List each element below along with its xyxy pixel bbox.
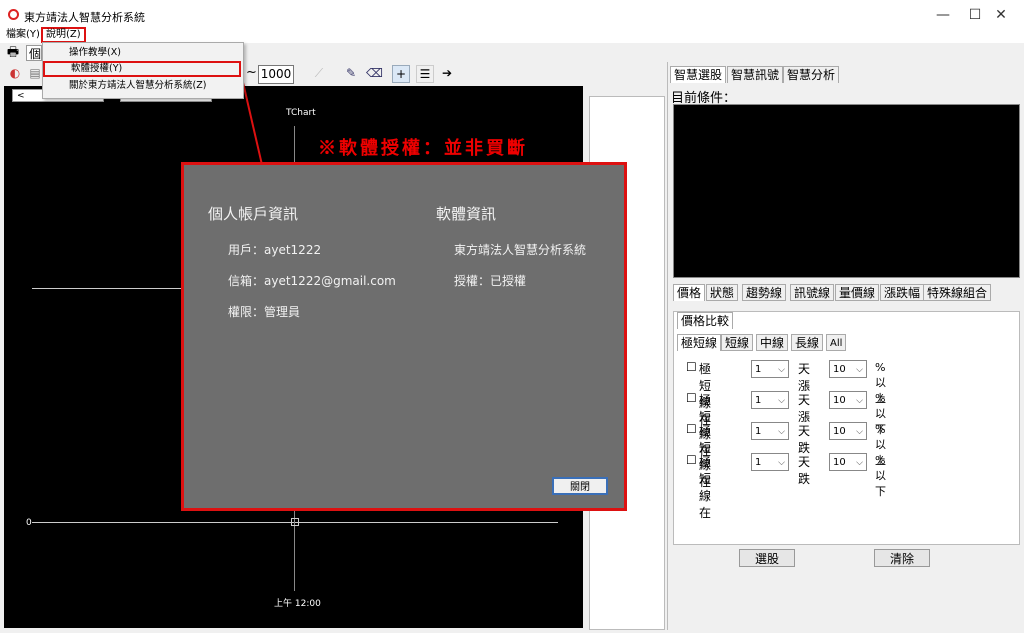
title-bar: 東方靖法人智慧分析系統 — ☐ ✕: [0, 0, 1024, 30]
user-field: 用戶：ayet1222: [228, 243, 322, 257]
x-axis-time-label: 上午 12:00: [274, 599, 321, 609]
account-heading: 個人帳戶資訊: [208, 205, 299, 223]
row-unit: 天漲: [798, 362, 811, 393]
menu-bar: 檔案(Y) 說明(Z): [0, 27, 1024, 43]
print-icon[interactable]: 🖶: [6, 46, 20, 60]
subtab-price-compare[interactable]: 價格比較: [677, 312, 734, 329]
condition-display: [673, 104, 1020, 278]
menu-item-license[interactable]: 軟體授權(Y): [43, 61, 241, 77]
period-tab-ultrashort[interactable]: 極短線: [677, 334, 722, 351]
app-icon: [8, 9, 19, 20]
row-unit: 天漲: [798, 393, 811, 424]
filter-tab-volume[interactable]: 量價線: [835, 284, 880, 301]
line-chart-icon[interactable]: ⟋: [312, 66, 326, 80]
right-panel: 智慧選股 智慧訊號 智慧分析 目前條件： 價格 狀態 趨勢線 訊號線 量價線 漲…: [667, 62, 1023, 630]
filter-tab-status[interactable]: 狀態: [706, 284, 739, 301]
filter-panel: 價格比較 極短線 短線 中線 長線 All ☐ 極短線在 1 ⌵ 天漲 10 ⌵ %…: [673, 311, 1020, 545]
list-icon[interactable]: ☰: [416, 65, 434, 83]
filter-tab-price[interactable]: 價格: [673, 284, 706, 301]
filter-tab-signal[interactable]: 訊號線: [790, 284, 835, 301]
row-label: 極短線在: [699, 455, 712, 520]
clear-button[interactable]: 清除: [874, 549, 930, 567]
tab-smart-signal[interactable]: 智慧訊號: [727, 66, 784, 83]
checkbox[interactable]: ☐: [686, 360, 697, 374]
zoom-input[interactable]: 1000: [258, 65, 294, 84]
tab-smart-select[interactable]: 智慧選股: [670, 66, 727, 83]
filter-tab-change[interactable]: 漲跌幅: [880, 284, 925, 301]
period-tab-long[interactable]: 長線: [791, 334, 824, 351]
doc-icon[interactable]: ▤: [28, 66, 42, 80]
checkbox[interactable]: ☐: [686, 453, 697, 467]
crosshair-marker: [291, 518, 299, 526]
window-title: 東方靖法人智慧分析系統: [24, 11, 145, 24]
percent-select[interactable]: 10 ⌵: [829, 391, 867, 409]
menu-help[interactable]: 說明(Z): [41, 27, 86, 43]
menu-item-about[interactable]: 關於東方靖法人智慧分析系統(Z): [43, 78, 241, 94]
eraser-icon[interactable]: ⌫: [366, 66, 383, 80]
tilde-label: ~: [246, 65, 257, 80]
period-tab-short[interactable]: 短線: [721, 334, 754, 351]
checkbox[interactable]: ☐: [686, 391, 697, 405]
software-heading: 軟體資訊: [436, 205, 497, 223]
percent-select[interactable]: 10 ⌵: [829, 422, 867, 440]
menu-file[interactable]: 檔案(Y): [3, 27, 43, 43]
percent-select[interactable]: 10 ⌵: [829, 360, 867, 378]
arrow-right-icon[interactable]: ➔: [440, 66, 454, 80]
close-window-button[interactable]: ✕: [978, 0, 1024, 30]
select-stocks-button[interactable]: 選股: [739, 549, 795, 567]
row-suffix: %以下: [875, 454, 886, 498]
close-button[interactable]: 關閉: [552, 477, 608, 495]
filter-tab-trend[interactable]: 趨勢線: [742, 284, 787, 301]
period-tab-mid[interactable]: 中線: [756, 334, 789, 351]
crosshair-button[interactable]: +: [392, 65, 410, 83]
chart-tool-icon[interactable]: ◐: [8, 66, 22, 80]
days-select[interactable]: 1 ⌵: [751, 422, 789, 440]
license-status: 授權：已授權: [454, 274, 527, 288]
role-field: 權限：管理員: [228, 305, 301, 319]
chart-title: TChart: [286, 108, 316, 118]
tab-first[interactable]: 個: [26, 45, 42, 61]
cursor-hline: [32, 288, 182, 289]
filter-tab-special[interactable]: 特殊線組合: [923, 284, 992, 301]
menu-item-tutorial[interactable]: 操作教學(X): [43, 45, 241, 61]
row-unit: 天跌: [798, 455, 811, 486]
tab-smart-analysis[interactable]: 智慧分析: [783, 66, 840, 83]
pen-icon[interactable]: ✎: [344, 66, 358, 80]
help-dropdown: 操作教學(X) 軟體授權(Y) 關於東方靖法人智慧分析系統(Z): [42, 42, 244, 99]
days-select[interactable]: 1 ⌵: [751, 360, 789, 378]
email-field: 信箱：ayet1222@gmail.com: [228, 274, 396, 288]
row-unit: 天跌: [798, 424, 811, 455]
software-name: 東方靖法人智慧分析系統: [454, 243, 587, 257]
percent-select[interactable]: 10 ⌵: [829, 453, 867, 471]
y-axis-zero-label: 0: [26, 518, 32, 528]
period-tab-all[interactable]: All: [826, 334, 847, 351]
checkbox[interactable]: ☐: [686, 422, 697, 436]
license-note: ※軟體授權：並非買斷: [318, 138, 528, 159]
days-select[interactable]: 1 ⌵: [751, 391, 789, 409]
days-select[interactable]: 1 ⌵: [751, 453, 789, 471]
license-dialog: 個人帳戶資訊 用戶：ayet1222 信箱：ayet1222@gmail.com…: [181, 162, 627, 511]
